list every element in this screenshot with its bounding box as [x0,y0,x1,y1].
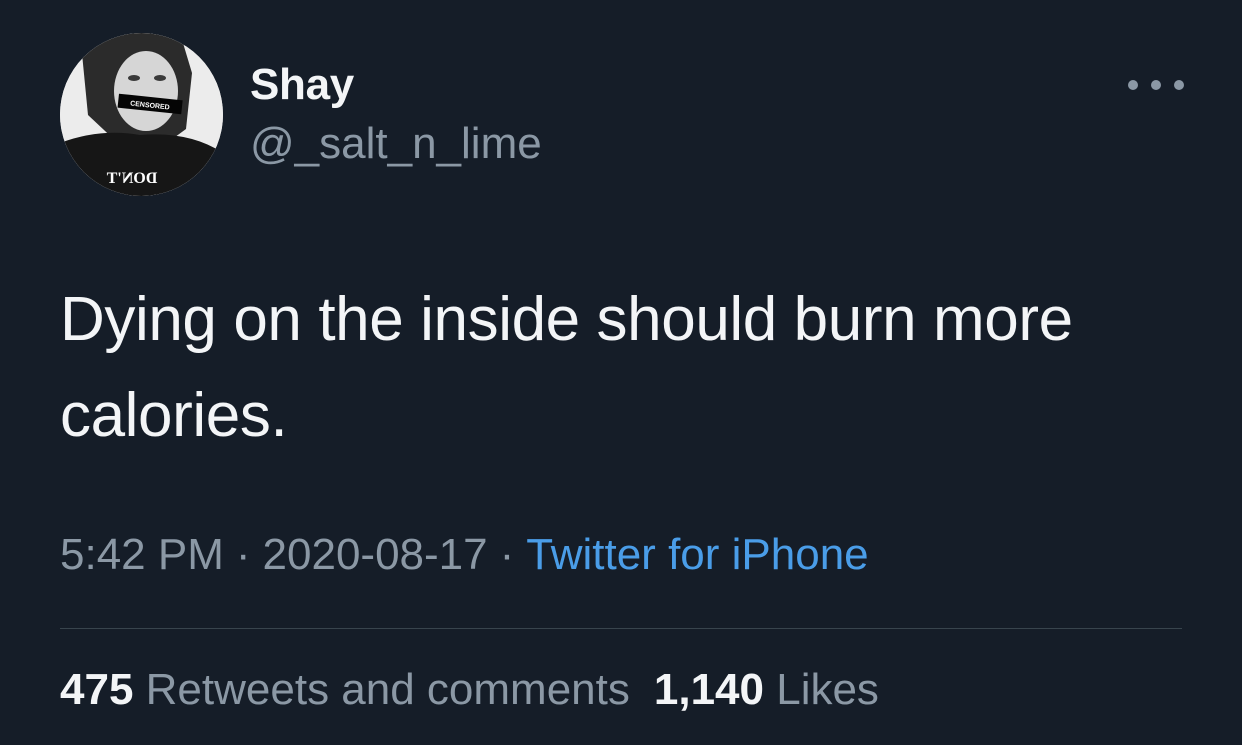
retweets-label: Retweets and comments [145,665,630,714]
tweet-stats: 475 Retweets and comments 1,140 Likes [60,665,879,715]
tweet-source-link[interactable]: Twitter for iPhone [526,530,868,579]
more-options-button[interactable] [1128,70,1184,100]
more-horizontal-icon [1174,80,1184,90]
tweet-meta: 5:42 PM · 2020-08-17 · Twitter for iPhone [60,530,869,580]
meta-separator: · [235,530,251,579]
tweet-card: CENSORED DON'T Shay @_salt_n_lime Dying … [0,0,1242,745]
retweets-stat[interactable]: 475 Retweets and comments [60,665,630,714]
tweet-time[interactable]: 5:42 PM [60,530,224,579]
likes-label: Likes [776,665,879,714]
meta-separator: · [499,530,515,579]
shirt-text: DON'T [106,170,157,187]
more-horizontal-icon [1128,80,1138,90]
user-handle[interactable]: @_salt_n_lime [250,119,542,169]
tweet-text: Dying on the inside should burn more cal… [60,285,1073,450]
avatar[interactable]: CENSORED DON'T [60,33,223,196]
avatar-image: CENSORED DON'T [60,33,223,196]
retweets-count: 475 [60,665,134,714]
display-name[interactable]: Shay [250,60,354,110]
likes-stat[interactable]: 1,140 Likes [654,665,879,714]
more-horizontal-icon [1151,80,1161,90]
likes-count: 1,140 [653,665,764,714]
tweet-date[interactable]: 2020-08-17 [263,530,488,579]
divider [60,628,1182,629]
